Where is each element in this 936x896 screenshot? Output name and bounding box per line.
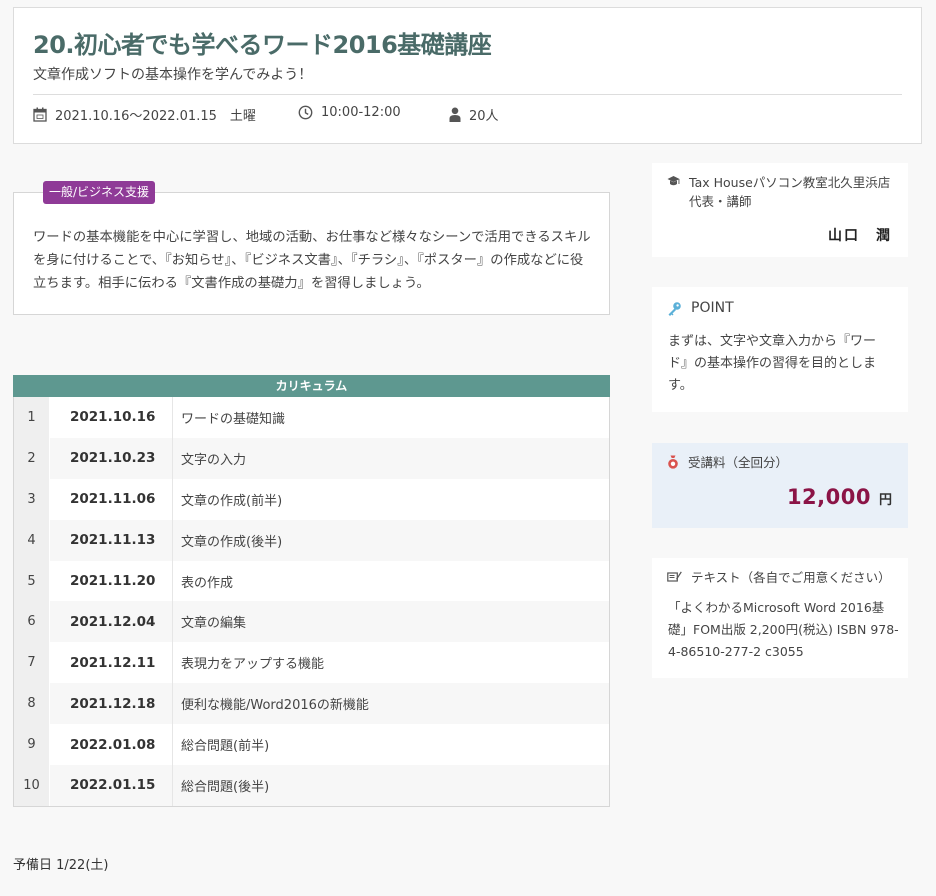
textbook-label: テキスト（各自でご用意ください） xyxy=(691,570,891,585)
course-subtitle: 文章作成ソフトの基本操作を学んでみよう！ xyxy=(33,67,313,83)
row-topic: 表現力をアップする機能 xyxy=(172,642,609,684)
row-date: 2022.01.15 xyxy=(50,765,172,806)
textbook-card: テキスト（各自でご用意ください） 「よくわかるMicrosoft Word 20… xyxy=(652,558,908,678)
curriculum-table: 1 2021.10.16 ワードの基礎知識 2 2021.10.23 文字の入力 3 2021… xyxy=(13,397,610,807)
course-title: 20.初心者でも学べるワード2016基礎講座 xyxy=(33,31,492,59)
row-number: 10 xyxy=(14,765,50,806)
category-badge: 一般/ビジネス支援 xyxy=(43,181,156,204)
row-date: 2021.11.13 xyxy=(50,519,172,561)
textbook-label-row: テキスト（各自でご用意ください） xyxy=(667,568,891,587)
meta-capacity: 20人 xyxy=(449,105,499,124)
row-topic: ワードの基礎知識 xyxy=(172,397,609,438)
table-row: 10 2022.01.15 総合問題(後半) xyxy=(14,765,609,806)
instructor-affiliation: Tax Houseパソコン教室北久里浜店 代表・講師 xyxy=(689,175,891,209)
row-date: 2021.12.11 xyxy=(50,642,172,684)
point-heading: POINT xyxy=(691,300,734,316)
fee-label: 受講料（全回分） xyxy=(688,455,789,470)
row-topic: 文章の作成(後半) xyxy=(172,519,609,561)
curriculum-header: カリキュラム xyxy=(13,375,610,397)
row-topic: 文章の編集 xyxy=(172,601,609,643)
table-row: 2 2021.10.23 文字の入力 xyxy=(14,437,609,479)
table-row: 8 2021.12.18 便利な機能/Word2016の新機能 xyxy=(14,683,609,725)
header-divider xyxy=(33,94,902,95)
fee-card: 受講料（全回分） 12,000 円 xyxy=(652,443,908,528)
row-number: 6 xyxy=(14,601,50,643)
row-date: 2021.12.18 xyxy=(50,683,172,725)
table-row: 9 2022.01.08 総合問題(前半) xyxy=(14,724,609,766)
graduation-cap-icon xyxy=(667,176,680,186)
row-number: 8 xyxy=(14,683,50,725)
row-topic: 表の作成 xyxy=(172,560,609,602)
instructor-affiliation-row: Tax Houseパソコン教室北久里浜店 代表・講師 xyxy=(667,173,897,211)
description-card: ワードの基本機能を中心に学習し、地域の活動、お仕事など様々なシーンで活用できるス… xyxy=(13,192,610,315)
instructor-card: Tax Houseパソコン教室北久里浜店 代表・講師 山口 潤 xyxy=(652,163,908,257)
row-number: 7 xyxy=(14,642,50,684)
row-date: 2021.12.04 xyxy=(50,601,172,643)
meta-time: 10:00-12:00 xyxy=(298,105,401,120)
row-date: 2022.01.08 xyxy=(50,724,172,766)
textbook-text: 「よくわかるMicrosoft Word 2016基礎」FOM出版 2,200円… xyxy=(668,600,899,659)
table-row: 5 2021.11.20 表の作成 xyxy=(14,560,609,602)
course-header-card: 20.初心者でも学べるワード2016基礎講座 文章作成ソフトの基本操作を学んでみ… xyxy=(13,7,922,144)
row-number: 4 xyxy=(14,519,50,561)
point-card: POINT まずは、文字や文章入力から『ワード』の基本操作の習得を目的とします。 xyxy=(652,287,908,412)
fee-value: 12,000 xyxy=(786,485,871,509)
fee-label-row: 受講料（全回分） xyxy=(667,453,788,472)
row-topic: 総合問題(後半) xyxy=(172,765,609,806)
person-icon xyxy=(449,107,461,122)
row-date: 2021.11.20 xyxy=(50,560,172,602)
row-number: 1 xyxy=(14,397,50,438)
reserve-day: 予備日 1/22(土) xyxy=(13,858,109,873)
table-row: 7 2021.12.11 表現力をアップする機能 xyxy=(14,642,609,684)
point-heading-row: POINT xyxy=(667,299,734,318)
row-number: 2 xyxy=(14,437,50,479)
row-date: 2021.10.16 xyxy=(50,397,172,438)
calendar-icon xyxy=(33,107,47,122)
row-topic: 便利な機能/Word2016の新機能 xyxy=(172,683,609,725)
fee-amount: 12,000 円 xyxy=(787,485,892,509)
fee-unit: 円 xyxy=(878,493,892,508)
table-row: 6 2021.12.04 文章の編集 xyxy=(14,601,609,643)
time-range: 10:00-12:00 xyxy=(321,105,401,120)
capacity: 20人 xyxy=(469,109,499,124)
row-topic: 総合問題(前半) xyxy=(172,724,609,766)
key-icon xyxy=(668,302,681,316)
row-number: 5 xyxy=(14,560,50,602)
pen-book-icon xyxy=(667,571,682,582)
row-number: 3 xyxy=(14,478,50,520)
description-text: ワードの基本機能を中心に学習し、地域の活動、お仕事など様々なシーンで活用できるス… xyxy=(33,230,591,291)
row-number: 9 xyxy=(14,724,50,766)
table-row: 1 2021.10.16 ワードの基礎知識 xyxy=(14,397,609,438)
row-topic: 文章の作成(前半) xyxy=(172,478,609,520)
meta-date: 2021.10.16～2022.01.15 土曜 xyxy=(33,105,256,124)
money-bag-icon xyxy=(668,455,678,469)
row-date: 2021.10.23 xyxy=(50,437,172,479)
row-date: 2021.11.06 xyxy=(50,478,172,520)
table-row: 3 2021.11.06 文章の作成(前半) xyxy=(14,478,609,520)
table-row: 4 2021.11.13 文章の作成(後半) xyxy=(14,519,609,561)
instructor-name: 山口 潤 xyxy=(828,228,892,244)
point-text: まずは、文字や文章入力から『ワード』の基本操作の習得を目的とします。 xyxy=(668,334,877,393)
clock-icon xyxy=(298,105,313,120)
row-topic: 文字の入力 xyxy=(172,437,609,479)
date-range: 2021.10.16～2022.01.15 土曜 xyxy=(55,109,256,124)
